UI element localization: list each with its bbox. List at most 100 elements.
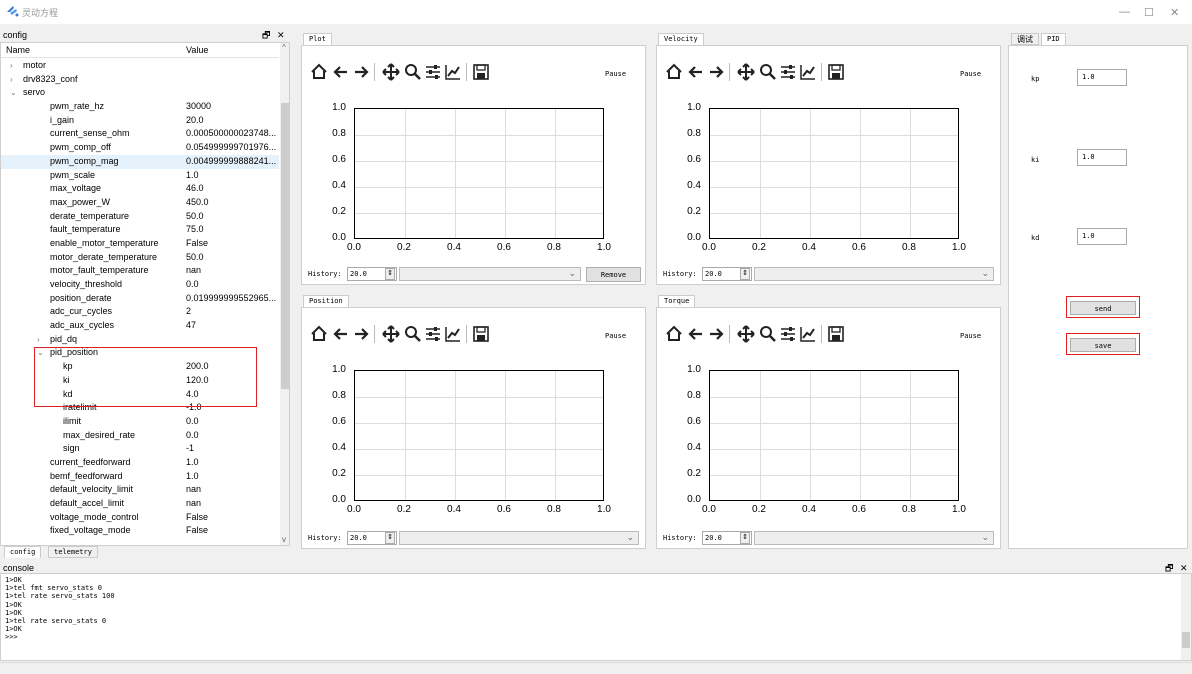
tab-telemetry[interactable]: telemetry <box>48 546 98 558</box>
pan-icon[interactable] <box>737 325 755 343</box>
plot-axes[interactable] <box>709 370 959 501</box>
series-dropdown[interactable]: ⌄ <box>399 531 639 545</box>
series-dropdown[interactable]: ⌄ <box>399 267 581 281</box>
tab-torque[interactable]: Torque <box>658 295 696 307</box>
zoom-icon[interactable] <box>404 325 422 343</box>
scroll-down-icon[interactable]: v <box>282 535 286 544</box>
tree-row[interactable]: voltage_mode_control False <box>1 511 279 525</box>
forward-icon[interactable] <box>707 325 725 343</box>
tree-row[interactable]: motor_fault_temperature nan <box>1 264 279 278</box>
configure-icon[interactable] <box>779 63 797 81</box>
tree-row[interactable]: default_velocity_limit nan <box>1 483 279 497</box>
console-scroll-thumb[interactable] <box>1182 632 1190 648</box>
configure-icon[interactable] <box>779 325 797 343</box>
tree-row[interactable]: default_accel_limit nan <box>1 497 279 511</box>
zoom-icon[interactable] <box>404 63 422 81</box>
kp-input[interactable]: 1.0 <box>1077 69 1127 86</box>
tree-row[interactable]: enable_motor_temperature False <box>1 237 279 251</box>
zoom-icon[interactable] <box>759 325 777 343</box>
tree-row[interactable]: pwm_comp_mag 0.004999999888241... <box>1 154 279 169</box>
tree-row[interactable]: velocity_threshold 0.0 <box>1 278 279 292</box>
forward-icon[interactable] <box>707 63 725 81</box>
tab-position[interactable]: Position <box>303 295 349 307</box>
save-button[interactable]: save <box>1070 338 1136 352</box>
tree-row[interactable]: max_voltage 46.0 <box>1 182 279 196</box>
forward-icon[interactable] <box>352 63 370 81</box>
home-icon[interactable] <box>665 325 683 343</box>
tree-row[interactable]: adc_aux_cycles 47 <box>1 319 279 333</box>
save-figure-icon[interactable] <box>472 325 490 343</box>
collapsed-arrow-icon[interactable]: › <box>37 333 40 347</box>
tree-scrollbar[interactable]: ^ v <box>280 43 289 545</box>
tab-plot[interactable]: Plot <box>303 33 332 45</box>
configure-icon[interactable] <box>424 325 442 343</box>
plot-axes[interactable] <box>354 370 604 501</box>
tree-row[interactable]: ilimit 0.0 <box>1 415 279 429</box>
tree-row[interactable]: pwm_scale 1.0 <box>1 169 279 183</box>
close-icon[interactable]: ✕ <box>277 29 285 41</box>
pan-icon[interactable] <box>382 325 400 343</box>
tab-debug[interactable]: 调试 <box>1011 33 1039 45</box>
tree-row[interactable]: i_gain 20.0 <box>1 114 279 128</box>
plot-axes[interactable] <box>709 108 959 239</box>
maximize-button[interactable]: ☐ <box>1144 6 1154 19</box>
tree-row[interactable]: pwm_comp_off 0.054999999701976... <box>1 141 279 155</box>
back-icon[interactable] <box>687 325 705 343</box>
edit-curves-icon[interactable] <box>799 63 817 81</box>
forward-icon[interactable] <box>352 325 370 343</box>
tree-row[interactable]: max_power_W 450.0 <box>1 196 279 210</box>
tree-row[interactable]: adc_cur_cycles 2 <box>1 305 279 319</box>
tree-row[interactable]: motor_derate_temperature 50.0 <box>1 251 279 265</box>
edit-curves-icon[interactable] <box>799 325 817 343</box>
tree-row[interactable]: pwm_rate_hz 30000 <box>1 100 279 114</box>
tree-row[interactable]: max_desired_rate 0.0 <box>1 429 279 443</box>
tree-row[interactable]: ⌄ servo <box>1 86 279 100</box>
scroll-up-icon[interactable]: ^ <box>282 43 286 52</box>
back-icon[interactable] <box>687 63 705 81</box>
tree-row[interactable]: › pid_dq <box>1 333 279 347</box>
console-output[interactable]: 1>OK 1>tel fmt servo_stats 0 1>tel rate … <box>0 573 1192 661</box>
save-figure-icon[interactable] <box>827 325 845 343</box>
back-icon[interactable] <box>332 63 350 81</box>
tree-row[interactable]: › motor <box>1 59 279 73</box>
pause-button[interactable]: Pause <box>605 332 626 340</box>
scrollbar-thumb[interactable] <box>281 103 289 389</box>
remove-button[interactable]: Remove <box>586 267 641 282</box>
zoom-icon[interactable] <box>759 63 777 81</box>
send-button[interactable]: send <box>1070 301 1136 315</box>
config-tree[interactable]: Name Value › motor › drv8323_conf ⌄ servo pwm_… <box>0 42 290 546</box>
tree-row[interactable]: sign -1 <box>1 442 279 456</box>
tab-pid[interactable]: PID <box>1041 33 1066 45</box>
plot-axes[interactable] <box>354 108 604 239</box>
home-icon[interactable] <box>310 325 328 343</box>
tree-row[interactable]: derate_temperature 50.0 <box>1 210 279 224</box>
tab-config[interactable]: config <box>4 546 42 558</box>
tree-row[interactable]: fixed_voltage_mode False <box>1 524 279 538</box>
home-icon[interactable] <box>665 63 683 81</box>
configure-icon[interactable] <box>424 63 442 81</box>
tree-row[interactable]: current_sense_ohm 0.000500000023748... <box>1 127 279 141</box>
tab-velocity[interactable]: Velocity <box>658 33 704 45</box>
float-icon[interactable]: 🗗 <box>262 29 270 41</box>
expanded-arrow-icon[interactable]: ⌄ <box>10 86 17 100</box>
ki-input[interactable]: 1.0 <box>1077 149 1127 166</box>
spinbox-arrows-icon[interactable]: ⇕ <box>740 268 750 280</box>
collapsed-arrow-icon[interactable]: › <box>10 73 13 87</box>
spinbox-arrows-icon[interactable]: ⇕ <box>740 532 750 544</box>
tree-row[interactable]: fault_temperature 75.0 <box>1 223 279 237</box>
spinbox-arrows-icon[interactable]: ⇕ <box>385 532 395 544</box>
tree-row[interactable]: › drv8323_conf <box>1 73 279 87</box>
spinbox-arrows-icon[interactable]: ⇕ <box>385 268 395 280</box>
close-button[interactable]: ✕ <box>1170 6 1179 19</box>
home-icon[interactable] <box>310 63 328 81</box>
save-figure-icon[interactable] <box>827 63 845 81</box>
kd-input[interactable]: 1.0 <box>1077 228 1127 245</box>
pause-button[interactable]: Pause <box>605 70 626 78</box>
pause-button[interactable]: Pause <box>960 332 981 340</box>
series-dropdown[interactable]: ⌄ <box>754 531 994 545</box>
series-dropdown[interactable]: ⌄ <box>754 267 994 281</box>
back-icon[interactable] <box>332 325 350 343</box>
pan-icon[interactable] <box>737 63 755 81</box>
console-scrollbar[interactable] <box>1181 574 1191 660</box>
tree-row[interactable]: current_feedforward 1.0 <box>1 456 279 470</box>
